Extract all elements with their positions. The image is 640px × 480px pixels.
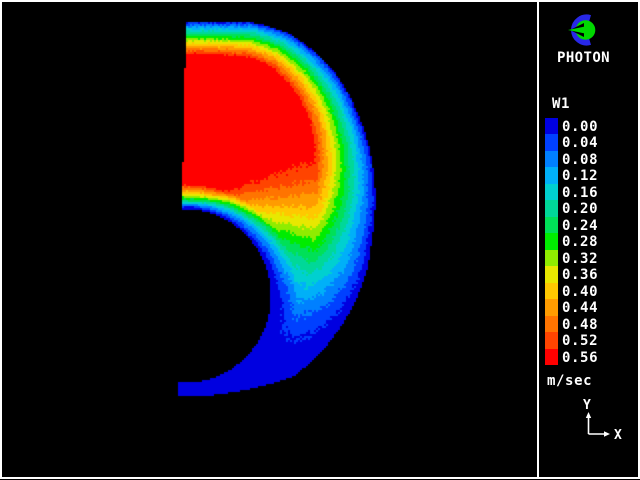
legend-swatch bbox=[545, 299, 558, 316]
x-axis-label: X bbox=[614, 428, 622, 443]
legend-value: 0.32 bbox=[562, 251, 598, 267]
legend-value: 0.56 bbox=[562, 350, 598, 366]
legend-swatch bbox=[545, 283, 558, 299]
app-title: PHOTON bbox=[557, 50, 610, 66]
legend-value: 0.08 bbox=[562, 152, 598, 168]
legend-variable-label: W1 bbox=[552, 96, 570, 112]
photon-logo-icon bbox=[564, 12, 600, 48]
legend-swatch bbox=[545, 184, 558, 200]
legend-panel-divider bbox=[537, 2, 539, 478]
legend-value: 0.52 bbox=[562, 333, 598, 349]
legend-swatch bbox=[545, 118, 558, 134]
legend-unit-label: m/sec bbox=[547, 373, 592, 389]
legend-swatch bbox=[545, 217, 558, 233]
axis-orientation-icon: Y X bbox=[575, 393, 637, 449]
legend-swatch bbox=[545, 332, 558, 349]
legend-swatch bbox=[545, 233, 558, 250]
window-border bbox=[0, 0, 640, 479]
legend-value: 0.28 bbox=[562, 234, 598, 250]
legend-value: 0.24 bbox=[562, 218, 598, 234]
photon-window: PHOTON W1 0.000.040.080.120.160.200.240.… bbox=[0, 0, 640, 480]
legend-value: 0.00 bbox=[562, 119, 598, 135]
legend-swatch bbox=[545, 316, 558, 332]
legend-swatch bbox=[545, 151, 558, 167]
legend-value: 0.36 bbox=[562, 267, 598, 283]
legend-value: 0.04 bbox=[562, 135, 598, 151]
legend-value: 0.48 bbox=[562, 317, 598, 333]
legend-swatch bbox=[545, 349, 558, 365]
legend-swatch bbox=[545, 250, 558, 266]
legend-swatch bbox=[545, 266, 558, 283]
legend-swatch bbox=[545, 200, 558, 217]
legend-value: 0.40 bbox=[562, 284, 598, 300]
legend-value: 0.12 bbox=[562, 168, 598, 184]
legend-value: 0.20 bbox=[562, 201, 598, 217]
legend-swatch bbox=[545, 167, 558, 184]
legend-swatch bbox=[545, 134, 558, 151]
legend-value: 0.16 bbox=[562, 185, 598, 201]
y-axis-label: Y bbox=[583, 398, 591, 413]
legend-value: 0.44 bbox=[562, 300, 598, 316]
